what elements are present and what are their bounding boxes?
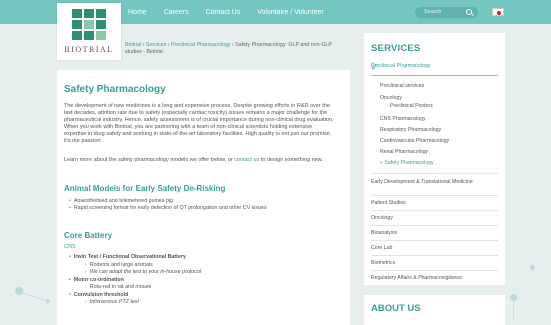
sidebar-item-preclinical-pharmacology[interactable]: Preclinical Pharmacology ↙ bbox=[364, 60, 505, 74]
sidebar-item-patient-studies[interactable]: Patient Studies bbox=[371, 200, 498, 207]
test-title: Convulsion threshold bbox=[74, 292, 201, 300]
decorative-molecule-dot bbox=[530, 265, 535, 270]
sidebar-subitem-renal-pharmacology[interactable]: Renal Pharmacology bbox=[380, 149, 428, 155]
about-us-heading[interactable]: ABOUT US bbox=[371, 303, 421, 314]
breadcrumb-services[interactable]: Services bbox=[146, 42, 166, 48]
sidebar-subitem-respiratory-pharmacology[interactable]: Respiratory Pharmacology bbox=[380, 127, 441, 133]
services-sidebar: SERVICES Preclinical Pharmacology ↙ Prec… bbox=[364, 33, 505, 285]
test-detail: Rodents and large animals bbox=[75, 262, 201, 270]
nav-careers-link[interactable]: Careers bbox=[164, 9, 189, 16]
sidebar-item-biometrics[interactable]: Biometrics bbox=[371, 260, 498, 267]
nav-home-link[interactable]: Home bbox=[128, 9, 147, 16]
list-item: Anaesthetised and telemetered guinea pig bbox=[74, 198, 267, 205]
sidebar-item-early-development[interactable]: Early Development & Translational Medici… bbox=[371, 179, 498, 186]
list-item: Rapid screening format for early detecti… bbox=[74, 205, 267, 212]
decorative-molecule-line bbox=[513, 300, 514, 320]
sidebar-divider bbox=[371, 225, 498, 226]
sidebar-item-regulatory-affairs[interactable]: Regulatory Affairs & Pharmacovigilance bbox=[371, 275, 498, 282]
learn-more-paragraph: Learn more about the safety pharmacology… bbox=[64, 157, 336, 164]
breadcrumb-biotrial[interactable]: Biotrial bbox=[125, 42, 141, 48]
animal-models-list: Anaesthetised and telemetered guinea pig… bbox=[74, 198, 267, 212]
page-title: Safety Pharmacology bbox=[64, 84, 166, 95]
breadcrumb-preclinical[interactable]: Preclinical Pharmacology bbox=[171, 42, 230, 48]
cns-label: CNS bbox=[64, 244, 76, 250]
sidebar-subitem-cardiovascular-pharmacology[interactable]: Cardiovascular Pharmacology bbox=[380, 138, 449, 144]
sidebar-divider bbox=[371, 210, 498, 211]
test-title: Motor co-ordination bbox=[74, 277, 201, 285]
sidebar-subitem-safety-pharmacology[interactable]: » Safety Pharmacology bbox=[380, 160, 434, 166]
animal-models-heading: Animal Models for Early Safety De-Riskin… bbox=[64, 184, 226, 193]
search-input[interactable]: Search bbox=[415, 7, 478, 18]
sidebar-subitem-cns-pharmacology[interactable]: CNS Pharmacology bbox=[380, 116, 426, 122]
nav-volunteer-link[interactable]: Volontaire / Volunteer bbox=[257, 9, 324, 16]
test-title: Irwin Test / Functional Observational Ba… bbox=[74, 254, 201, 262]
decorative-molecule-dot bbox=[510, 294, 517, 301]
sidebar-subitem-preclinical-posters[interactable]: Preclinical Posters bbox=[390, 103, 433, 109]
sidebar-divider bbox=[371, 255, 498, 256]
sidebar-item-oncology[interactable]: Oncology bbox=[371, 215, 498, 222]
main-nav: Home Careers Contact Us Volontaire / Vol… bbox=[128, 0, 341, 24]
sidebar-item-core-lab[interactable]: Core Lab bbox=[371, 245, 498, 252]
about-us-panel: ABOUT US bbox=[364, 295, 505, 325]
sidebar-subitem-oncology[interactable]: Oncology bbox=[380, 95, 402, 101]
sidebar-divider bbox=[371, 195, 498, 196]
sidebar-divider bbox=[371, 270, 498, 271]
sidebar-heading: SERVICES bbox=[371, 43, 421, 54]
sidebar-subitem-preclinical-services[interactable]: Preclinical services bbox=[380, 83, 424, 89]
biotrial-logo[interactable]: BIOTRIAL bbox=[57, 3, 121, 60]
sidebar-subitem-label: Safety Pharmacology bbox=[384, 160, 434, 166]
breadcrumb: Biotrial › Services › Preclinical Pharma… bbox=[125, 42, 350, 56]
test-detail: Intravenous PTZ test bbox=[75, 299, 201, 307]
arrow-down-left-icon[interactable]: ↙ bbox=[371, 62, 495, 71]
japan-flag-icon[interactable] bbox=[492, 8, 504, 16]
search-placeholder: Search bbox=[424, 9, 442, 15]
core-battery-tests: Irwin Test / Functional Observational Ba… bbox=[74, 254, 201, 307]
search-icon[interactable] bbox=[466, 9, 472, 15]
sidebar-divider bbox=[371, 173, 498, 174]
contact-us-link[interactable]: contact us bbox=[234, 157, 259, 163]
test-detail: Rota-rod in rat and mouse bbox=[75, 284, 201, 292]
test-detail: We can adapt the test to your in-house p… bbox=[75, 269, 201, 277]
learn-more-text: Learn more about the safety pharmacology… bbox=[64, 157, 235, 163]
logo-wordmark: BIOTRIAL bbox=[64, 45, 114, 54]
logo-grid-icon bbox=[72, 9, 106, 40]
decorative-molecule-dot bbox=[15, 287, 23, 295]
core-battery-heading: Core Battery bbox=[64, 231, 113, 240]
sidebar-item-bioanalysis[interactable]: Bioanalysis bbox=[371, 230, 498, 237]
sidebar-divider bbox=[371, 240, 498, 241]
active-divider bbox=[371, 75, 498, 76]
main-content: Safety Pharmacology The development of n… bbox=[57, 70, 350, 325]
intro-paragraph: The development of new medicines is a lo… bbox=[64, 103, 334, 144]
learn-more-text-end: to design something new. bbox=[259, 157, 323, 163]
nav-contact-link[interactable]: Contact Us bbox=[206, 9, 241, 16]
decorative-molecule-dot bbox=[46, 299, 50, 303]
